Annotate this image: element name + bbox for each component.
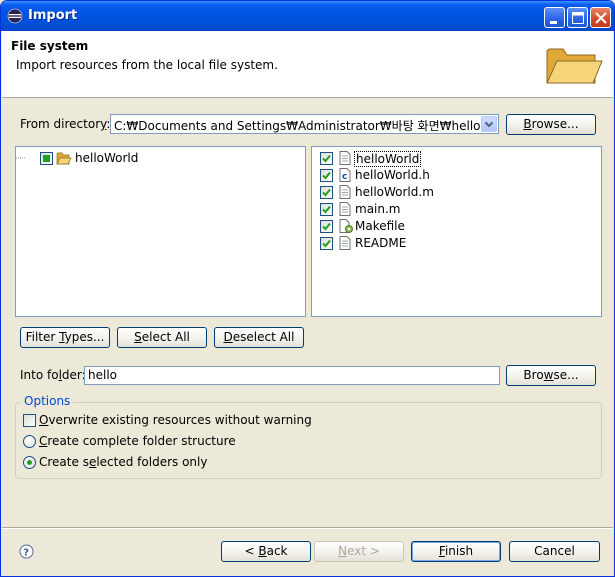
help-icon[interactable]: ? <box>19 544 34 559</box>
partial-check-icon <box>43 155 50 162</box>
page-title: File system <box>11 39 89 53</box>
file-name: helloWorld <box>354 151 422 167</box>
tree-item-label: helloWorld <box>75 151 139 165</box>
import-dialog: Import File system Import resources from… <box>0 0 615 577</box>
file-name: helloWorld.h <box>355 168 430 182</box>
combo-dropdown-button[interactable] <box>481 116 497 132</box>
options-group-title: Options <box>21 394 74 408</box>
file-name: Makefile <box>355 219 405 233</box>
folder-tree-panel[interactable]: helloWorld <box>15 146 306 317</box>
file-name: README <box>355 236 407 250</box>
text-file-icon <box>339 185 351 199</box>
complete-folder-radio[interactable] <box>23 435 36 448</box>
list-item[interactable]: Makefile <box>320 218 430 234</box>
c-header-file-icon: c <box>339 168 351 182</box>
file-name: main.m <box>355 202 401 216</box>
file-checkbox[interactable] <box>320 203 333 216</box>
overwrite-label[interactable]: Overwrite existing resources without war… <box>39 413 312 427</box>
into-folder-label: Into folder: <box>20 368 86 382</box>
footer-separator <box>2 527 613 529</box>
selected-folders-radio[interactable] <box>23 456 36 469</box>
eclipse-icon <box>7 8 23 24</box>
list-item[interactable]: helloWorld <box>320 150 430 167</box>
check-icon <box>322 171 331 180</box>
minimize-button[interactable] <box>544 7 565 28</box>
into-folder-input[interactable]: hello <box>84 366 500 385</box>
open-folder-icon <box>56 152 72 165</box>
window-title: Import <box>28 8 78 23</box>
filter-types-button[interactable]: Filter Types... <box>20 327 110 348</box>
back-button[interactable]: < Back <box>221 541 311 562</box>
overwrite-checkbox[interactable] <box>23 414 36 427</box>
title-bar[interactable]: Import <box>1 1 614 31</box>
tree-item-helloworld[interactable]: helloWorld <box>16 150 170 166</box>
check-icon <box>322 239 331 248</box>
radio-selected-dot <box>27 460 32 465</box>
cancel-button[interactable]: Cancel <box>509 541 600 562</box>
open-folder-icon <box>546 48 603 84</box>
maximize-icon <box>572 12 584 24</box>
svg-text:c: c <box>342 172 347 182</box>
text-file-icon <box>339 236 351 250</box>
next-button[interactable]: Next > <box>314 541 404 562</box>
check-icon <box>322 205 331 214</box>
tree-checkbox[interactable] <box>40 152 53 165</box>
wizard-header: File system Import resources from the lo… <box>2 31 613 98</box>
file-checkbox[interactable] <box>320 220 333 233</box>
close-icon <box>595 12 607 24</box>
file-list-panel[interactable]: helloWorld c helloWorld.h helloWorld.m m… <box>311 146 602 317</box>
svg-text:?: ? <box>23 548 29 559</box>
page-description: Import resources from the local file sys… <box>16 58 278 72</box>
from-directory-browse-button[interactable]: Browse... <box>506 114 596 135</box>
list-item[interactable]: main.m <box>320 201 430 217</box>
text-file-icon <box>339 151 351 165</box>
text-file-icon <box>339 202 351 216</box>
minimize-icon <box>550 21 557 24</box>
list-item[interactable]: helloWorld.m <box>320 184 434 200</box>
from-directory-combo[interactable]: C:₩Documents and Settings₩Administrator₩… <box>110 114 499 134</box>
chevron-down-icon <box>484 121 494 128</box>
complete-folder-label[interactable]: Create complete folder structure <box>39 434 236 448</box>
file-name: helloWorld.m <box>355 185 434 199</box>
check-icon <box>322 154 331 163</box>
from-directory-value: C:₩Documents and Settings₩Administrator₩… <box>114 119 480 133</box>
makefile-icon <box>339 219 353 233</box>
file-checkbox[interactable] <box>320 237 333 250</box>
deselect-all-button[interactable]: Deselect All <box>214 327 304 348</box>
finish-button[interactable]: Finish <box>411 541 501 562</box>
file-checkbox[interactable] <box>320 169 333 182</box>
check-icon <box>322 188 331 197</box>
close-button[interactable] <box>590 7 611 28</box>
from-directory-label: From directory: <box>20 117 111 131</box>
tree-connector-icon <box>16 157 26 159</box>
maximize-button[interactable] <box>567 7 588 28</box>
file-checkbox[interactable] <box>320 152 333 165</box>
check-icon <box>322 222 331 231</box>
into-folder-browse-button[interactable]: Browse... <box>506 365 596 386</box>
list-item[interactable]: README <box>320 235 430 251</box>
file-checkbox[interactable] <box>320 186 333 199</box>
select-all-button[interactable]: Select All <box>117 327 207 348</box>
selected-folders-label[interactable]: Create selected folders only <box>39 455 207 469</box>
list-item[interactable]: c helloWorld.h <box>320 167 430 183</box>
